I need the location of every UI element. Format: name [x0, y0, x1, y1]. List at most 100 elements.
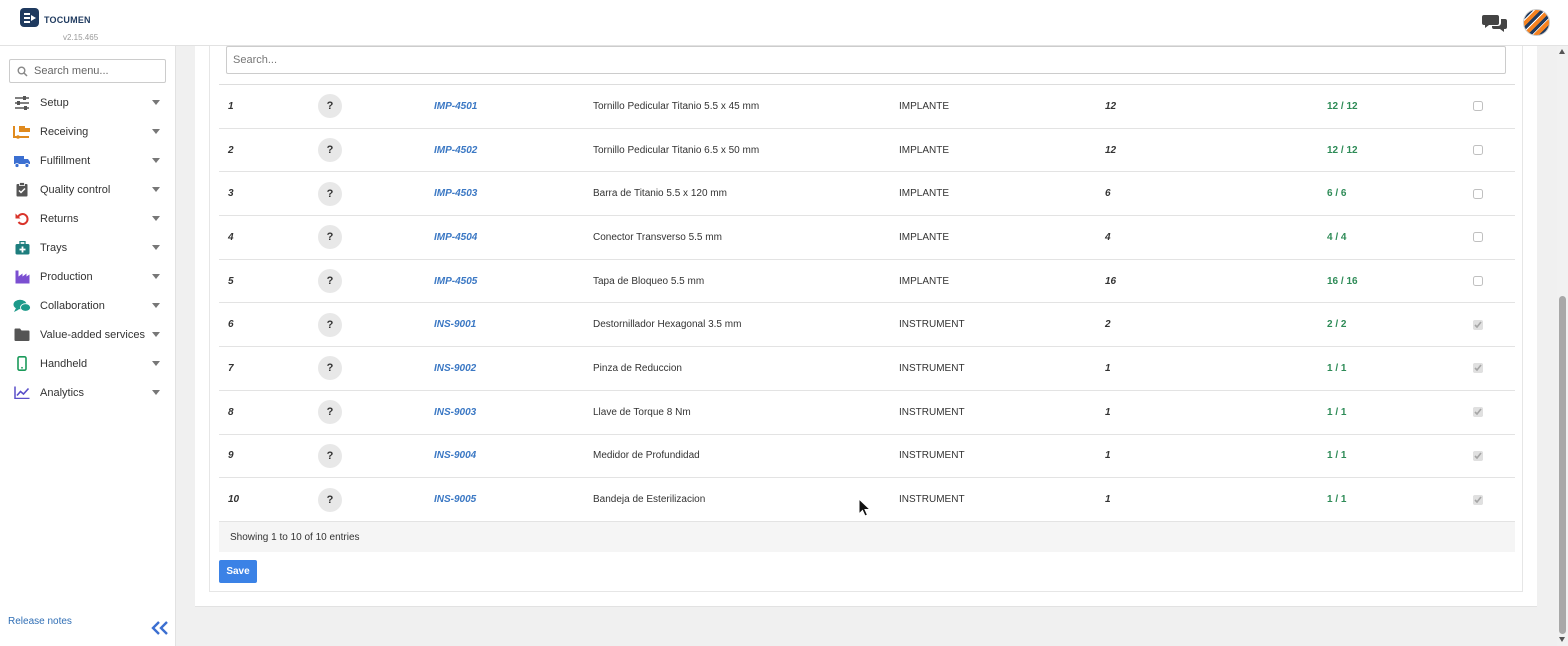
double-chevron-left-icon[interactable] [150, 620, 170, 636]
release-notes-link[interactable]: Release notes [8, 616, 72, 627]
table-row: 2? IMP-4502 Tornillo Pedicular Titanio 6.5… [219, 129, 1515, 173]
main-panel: 1? IMP-4501 Tornillo Pedicular Titanio 5.5… [195, 46, 1537, 607]
table-search-input[interactable] [226, 46, 1506, 74]
sidebar-item-setup[interactable]: Setup [0, 88, 176, 117]
chevron-down-icon [152, 390, 160, 395]
question-badge[interactable]: ? [318, 181, 342, 206]
table-row: 3? IMP-4503 Barra de Titanio 5.5 x 120 mm I… [219, 172, 1515, 217]
item-type: INSTRUMENT [899, 494, 965, 506]
item-type: INSTRUMENT [899, 450, 965, 462]
chevron-down-icon [152, 187, 160, 192]
item-type: IMPLANTE [899, 275, 950, 287]
chevron-down-icon [152, 100, 160, 105]
item-description: Tornillo Pedicular Titanio 5.5 x 45 mm [593, 100, 760, 112]
app-logo[interactable]: TOCUMEN [20, 8, 91, 27]
sidebar-item-label: Setup [40, 96, 69, 109]
question-badge[interactable]: ? [318, 225, 342, 250]
item-quantity: 1 [1105, 362, 1111, 374]
item-code-link[interactable]: IMP-4505 [434, 276, 477, 287]
factory-icon [13, 269, 31, 285]
item-code-link[interactable]: INS-9005 [434, 494, 476, 505]
item-code-link[interactable]: IMP-4502 [434, 145, 477, 156]
question-badge[interactable]: ? [318, 400, 342, 425]
search-icon [17, 66, 28, 77]
scroll-thumb[interactable] [1559, 296, 1566, 634]
sidebar-item-collaboration[interactable]: Collaboration [0, 291, 176, 320]
item-count-ratio: 4 / 4 [1327, 231, 1347, 243]
side-menu: Setup Receiving Fulfillment Quality cont… [0, 88, 176, 407]
item-type: IMPLANTE [899, 231, 950, 243]
item-code-link[interactable]: INS-9002 [434, 363, 476, 374]
question-badge[interactable]: ? [318, 269, 342, 294]
row-number: 10 [228, 494, 240, 506]
item-quantity: 12 [1105, 100, 1117, 112]
item-quantity: 12 [1105, 144, 1117, 156]
sidebar-item-quality-control[interactable]: Quality control [0, 175, 176, 204]
sidebar-item-returns[interactable]: Returns [0, 204, 176, 233]
item-code-link[interactable]: INS-9003 [434, 407, 476, 418]
item-type: IMPLANTE [899, 144, 950, 156]
sidebar-item-label: Analytics [40, 386, 85, 399]
row-checkbox[interactable] [1473, 494, 1483, 505]
menu-search-input[interactable] [34, 65, 154, 77]
sidebar-item-fulfillment[interactable]: Fulfillment [0, 146, 176, 175]
item-count-ratio: 12 / 12 [1327, 100, 1358, 112]
row-checkbox[interactable] [1473, 188, 1483, 199]
question-badge[interactable]: ? [318, 138, 342, 163]
row-checkbox[interactable] [1473, 232, 1483, 243]
scroll-down-arrow[interactable] [1559, 637, 1565, 642]
item-code-link[interactable]: INS-9004 [434, 450, 476, 461]
item-type: IMPLANTE [899, 100, 950, 112]
item-count-ratio: 1 / 1 [1327, 450, 1347, 462]
item-code-link[interactable]: IMP-4501 [434, 101, 477, 112]
question-badge[interactable]: ? [318, 312, 342, 337]
row-number: 2 [228, 144, 234, 156]
sidebar-item-value-added-services[interactable]: Value-added services [0, 320, 176, 349]
sidebar-item-receiving[interactable]: Receiving [0, 117, 176, 146]
medkit-icon [13, 240, 31, 256]
chevron-down-icon [152, 245, 160, 250]
item-count-ratio: 1 / 1 [1327, 494, 1347, 506]
sidebar-item-label: Value-added services [40, 328, 145, 341]
row-number: 8 [228, 406, 234, 418]
row-checkbox[interactable] [1473, 407, 1483, 418]
item-description: Conector Transverso 5.5 mm [593, 231, 722, 243]
question-badge[interactable]: ? [318, 487, 342, 512]
row-checkbox[interactable] [1473, 145, 1483, 156]
question-badge[interactable]: ? [318, 356, 342, 381]
row-checkbox[interactable] [1473, 319, 1483, 330]
row-checkbox[interactable] [1473, 363, 1483, 374]
sidebar-item-production[interactable]: Production [0, 262, 176, 291]
question-badge[interactable]: ? [318, 443, 342, 468]
row-checkbox[interactable] [1473, 450, 1483, 461]
table-row: 5? IMP-4505 Tapa de Bloqueo 5.5 mm IMPLANTE… [219, 260, 1515, 304]
item-type: IMPLANTE [899, 188, 950, 200]
item-code-link[interactable]: IMP-4504 [434, 232, 477, 243]
item-code-link[interactable]: INS-9001 [434, 319, 476, 330]
question-badge[interactable]: ? [318, 94, 342, 119]
item-description: Pinza de Reduccion [593, 362, 682, 374]
chat-icon[interactable] [1482, 13, 1508, 33]
menu-search[interactable] [9, 59, 166, 83]
save-button[interactable]: Save [219, 560, 257, 583]
scroll-up-arrow[interactable] [1559, 49, 1565, 54]
user-avatar[interactable] [1523, 9, 1550, 36]
row-checkbox[interactable] [1473, 276, 1483, 287]
page-scrollbar[interactable] [1557, 46, 1568, 646]
sidebar-item-trays[interactable]: Trays [0, 233, 176, 262]
item-code-link[interactable]: IMP-4503 [434, 188, 477, 199]
row-checkbox[interactable] [1473, 101, 1483, 112]
comments-icon [13, 298, 31, 314]
app-version: v2.15.465 [63, 33, 99, 42]
table-row: 6? INS-9001 Destornillador Hexagonal 3.5 m… [219, 303, 1515, 348]
sidebar-item-handheld[interactable]: Handheld [0, 349, 176, 378]
chevron-down-icon [152, 274, 160, 279]
item-quantity: 1 [1105, 494, 1111, 506]
chevron-down-icon [152, 332, 160, 337]
chevron-down-icon [152, 361, 160, 366]
sidebar-item-analytics[interactable]: Analytics [0, 378, 176, 407]
item-description: Llave de Torque 8 Nm [593, 406, 691, 418]
item-type: INSTRUMENT [899, 406, 965, 418]
item-count-ratio: 12 / 12 [1327, 144, 1358, 156]
item-count-ratio: 2 / 2 [1327, 319, 1347, 331]
